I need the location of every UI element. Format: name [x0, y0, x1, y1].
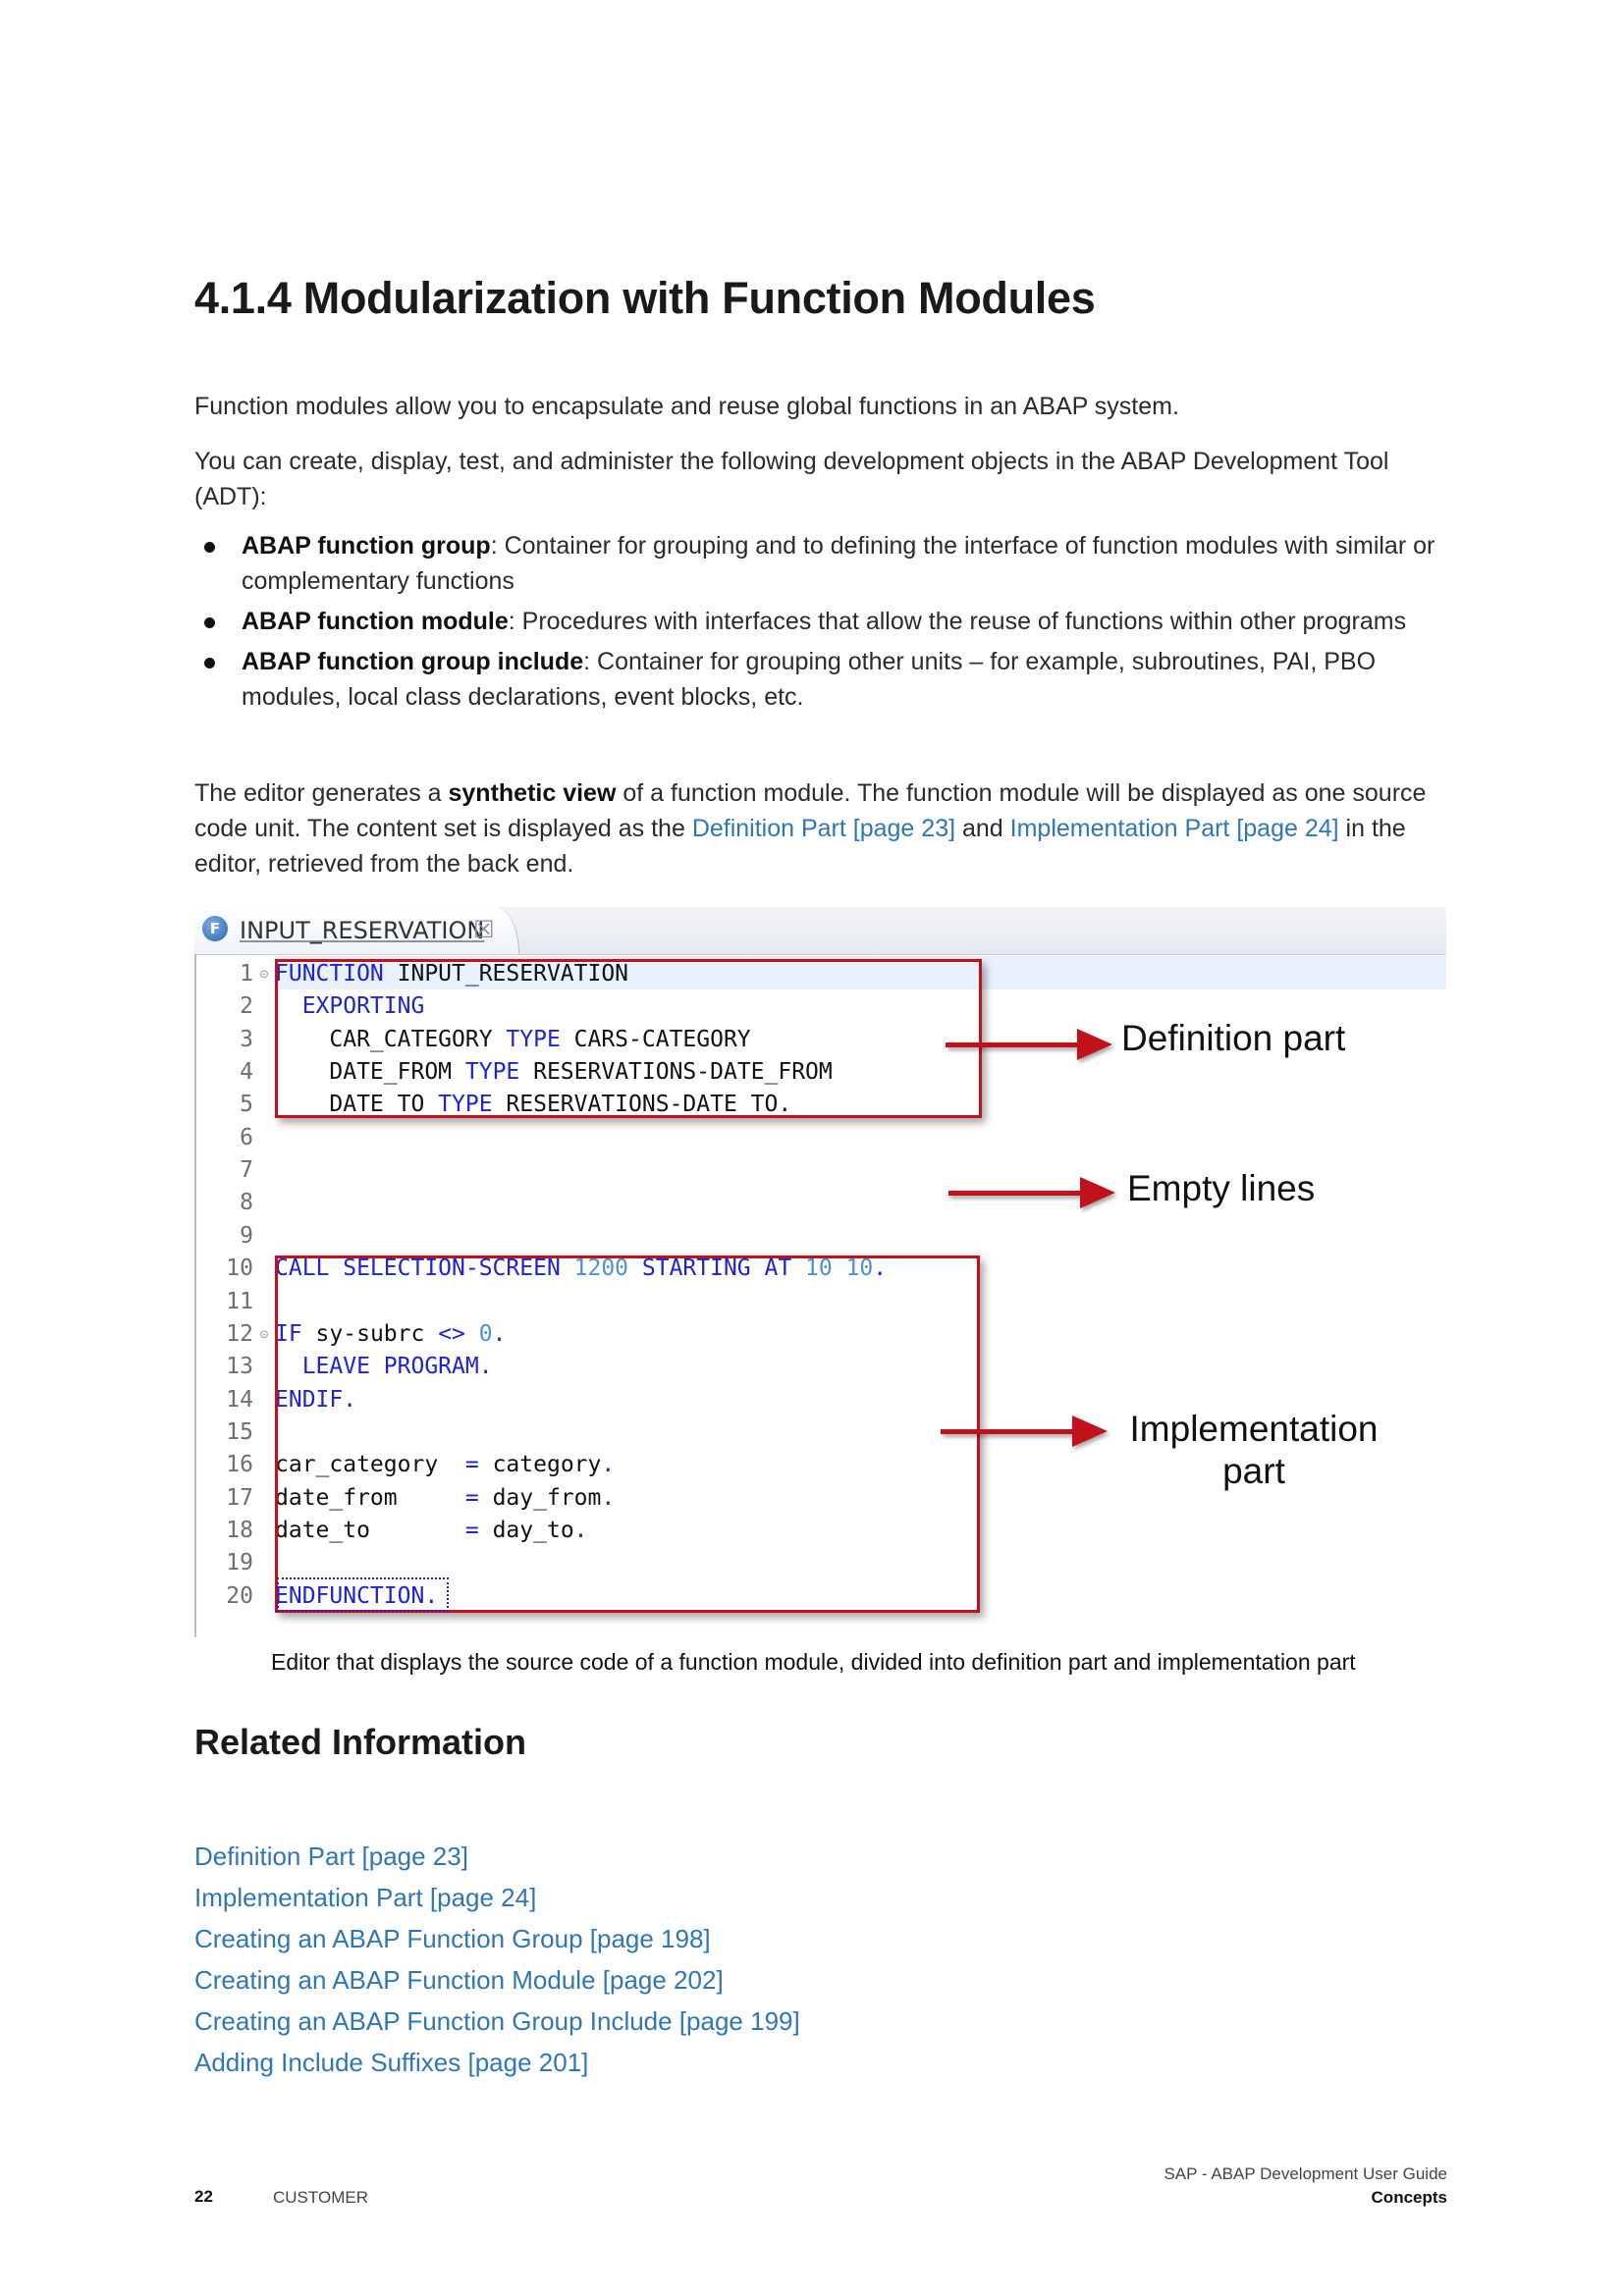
line-number: 8 [240, 1190, 253, 1216]
implementation-arrow [941, 1415, 1108, 1447]
editor-tab-title: INPUT_RESERVATION [240, 917, 485, 944]
line-number: 4 [240, 1059, 253, 1086]
related-link[interactable]: Creating an ABAP Function Group Include … [194, 2006, 800, 2036]
line-number: 11 [226, 1288, 253, 1314]
related-link-item: Adding Include Suffixes [page 201] [194, 2042, 800, 2083]
line-number: 9 [240, 1222, 253, 1249]
line-number: 13 [226, 1354, 253, 1380]
endfunction-selection [277, 1577, 449, 1612]
line-number: 15 [226, 1418, 253, 1445]
code-line: 11 [194, 1286, 275, 1318]
document-page: 4.1.4 Modularization with Function Modul… [0, 0, 1624, 2296]
empty-lines-arrow [948, 1177, 1115, 1208]
related-link[interactable]: Implementation Part [page 24] [194, 1883, 536, 1912]
page-number: 22 [194, 2187, 213, 2206]
fold-toggle-icon[interactable]: ⊝ [253, 958, 275, 990]
empty-lines-label: Empty lines [1127, 1168, 1316, 1208]
related-link[interactable]: Creating an ABAP Function Module [page 2… [194, 1965, 724, 1995]
synthetic-view-paragraph: The editor generates a synthetic view of… [194, 775, 1441, 881]
code-line: 6 [194, 1122, 275, 1154]
line-number: 20 [226, 1582, 253, 1609]
bullet-term: ABAP function group [242, 532, 491, 560]
code-line: 9 [194, 1220, 275, 1253]
code-line: 7 [194, 1154, 275, 1187]
related-link[interactable]: Adding Include Suffixes [page 201] [194, 2048, 588, 2077]
synthetic-text-1: The editor generates a [194, 779, 449, 807]
editor-screenshot: F INPUT_RESERVATION ☒ 1 ⊝ FUNCTION INPUT_R… [194, 907, 1446, 1637]
related-information-heading: Related Information [194, 1722, 527, 1762]
adt-paragraph: You can create, display, test, and admin… [194, 448, 1389, 510]
fold-toggle-icon[interactable]: ⊝ [253, 1318, 275, 1351]
document-title: SAP - ABAP Development User Guide [1164, 2164, 1447, 2183]
related-link-item: Creating an ABAP Function Group Include … [194, 2001, 800, 2042]
line-number: 5 [240, 1092, 253, 1118]
editor-tab-bar: F INPUT_RESERVATION ☒ [194, 907, 1446, 955]
related-link[interactable]: Definition Part [page 23] [194, 1842, 468, 1871]
editor-tab[interactable]: F INPUT_RESERVATION ☒ [194, 907, 519, 954]
bullet-dot-icon [204, 658, 215, 668]
related-links-list: Definition Part [page 23] Implementation … [194, 1836, 800, 2083]
bullet-item: ABAP function module: Procedures with in… [194, 604, 1441, 639]
intro-paragraph: Function modules allow you to encapsulat… [194, 393, 1179, 420]
related-link-item: Definition Part [page 23] [194, 1836, 800, 1877]
bullet-text: : Procedures with interfaces that allow … [508, 608, 1407, 635]
implementation-part-label: Implementation part [1129, 1409, 1379, 1491]
close-icon[interactable]: ☒ [473, 916, 495, 943]
line-number: 18 [226, 1517, 253, 1543]
code-line: 8 [194, 1187, 275, 1219]
bullet-dot-icon [204, 617, 215, 628]
function-module-icon: F [202, 916, 228, 941]
code-line: 15 [194, 1416, 275, 1449]
line-number: 2 [240, 993, 253, 1020]
bullet-term: ABAP function group include [242, 648, 584, 675]
bullet-item: ABAP function group: Container for group… [194, 528, 1441, 599]
definition-part-box [275, 959, 982, 1118]
line-number: 12 [226, 1320, 253, 1347]
related-link-item: Creating an ABAP Function Module [page 2… [194, 1959, 800, 2001]
bullet-item: ABAP function group include: Container f… [194, 644, 1441, 715]
line-number: 14 [226, 1386, 253, 1413]
figure-caption: Editor that displays the source code of … [271, 1649, 1356, 1675]
related-link-item: Implementation Part [page 24] [194, 1877, 800, 1918]
related-link[interactable]: Creating an ABAP Function Group [page 19… [194, 1924, 711, 1953]
implementation-part-box [275, 1255, 980, 1613]
synthetic-view-term: synthetic view [448, 779, 617, 807]
line-number: 7 [240, 1157, 253, 1184]
line-number: 6 [240, 1124, 253, 1150]
synthetic-text-3: and [955, 815, 1010, 842]
section-name: Concepts [1371, 2188, 1447, 2207]
section-heading: 4.1.4 Modularization with Function Modul… [194, 273, 1096, 323]
definition-part-label: Definition part [1121, 1018, 1346, 1058]
implementation-part-link[interactable]: Implementation Part [page 24] [1010, 815, 1339, 842]
bullet-dot-icon [204, 542, 215, 553]
definition-part-link[interactable]: Definition Part [page 23] [692, 815, 955, 842]
line-number: 10 [226, 1255, 253, 1282]
definition-arrow [946, 1029, 1112, 1060]
bullet-term: ABAP function module [242, 608, 509, 635]
line-number: 19 [226, 1550, 253, 1576]
object-type-list: ABAP function group: Container for group… [194, 528, 1441, 720]
document-classification: CUSTOMER [273, 2188, 368, 2207]
line-number: 17 [226, 1484, 253, 1511]
related-link-item: Creating an ABAP Function Group [page 19… [194, 1918, 800, 1959]
line-number: 1 [240, 961, 253, 987]
code-line: 19 [194, 1547, 275, 1579]
line-number: 3 [240, 1026, 253, 1052]
line-number: 16 [226, 1452, 253, 1478]
